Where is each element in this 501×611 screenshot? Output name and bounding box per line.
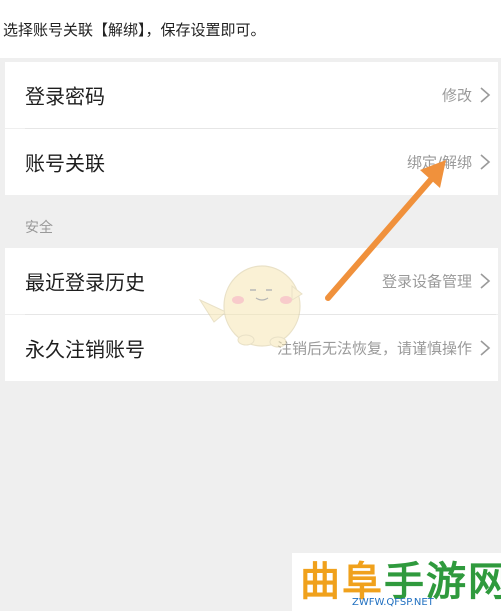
mascot-watermark-icon bbox=[198, 265, 303, 348]
site-watermark: 曲阜手游网 ZWFW.QFSP.NET bbox=[292, 553, 501, 611]
annotation-overlay bbox=[198, 160, 446, 348]
orange-arrow-annotation bbox=[325, 160, 446, 301]
watermark-url: ZWFW.QFSP.NET bbox=[352, 597, 434, 608]
